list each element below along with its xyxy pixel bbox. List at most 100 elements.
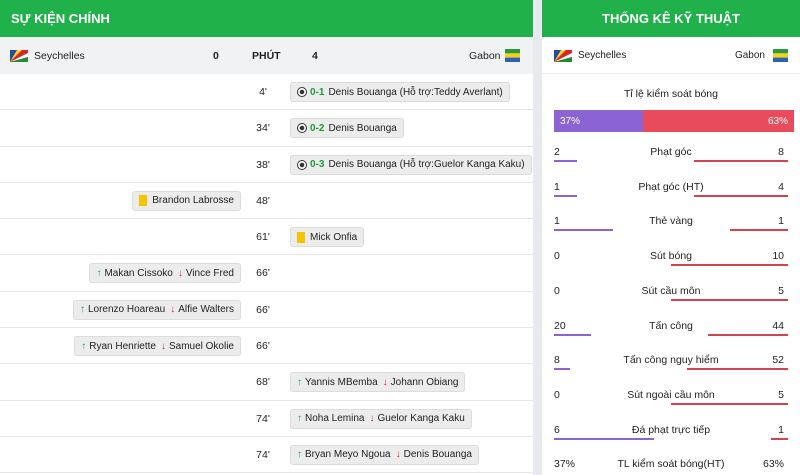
event-minute: 48' (256, 194, 270, 207)
event-chip: 0-3 Denis Bouanga (Hỗ trợ:Guelor Kanga Ka… (290, 154, 532, 175)
stat-row: 6 Đá phạt trực tiếp 1 (542, 424, 800, 458)
stat-home-bar (554, 194, 578, 197)
arrow-down-icon: ↓ (177, 267, 183, 279)
stat-label: Tấn công nguy hiểm (623, 354, 719, 367)
event-row: 66' ↑ Lorenzo Hoareau ↓ Alfie Walters (0, 292, 533, 329)
possession-away-segment: 63% (642, 110, 794, 132)
event-row: 68' ↑ Yannis MBemba ↓ Johann Obiang (0, 364, 533, 401)
soccer-ball-icon (297, 123, 307, 134)
arrow-up-icon: ↑ (297, 376, 302, 388)
event-row: 38' 0-3 Denis Bouanga (Hỗ trợ:Guelor Kanga… (0, 147, 533, 183)
stat-home-bar (554, 333, 591, 336)
possession-home-segment: 37% (554, 110, 643, 132)
yellow-card-icon (297, 231, 305, 243)
arrow-up-icon: ↑ (79, 304, 85, 316)
event-row: 74' ↑ Noha Lemina ↓ Guelor Kanga Kaku (0, 401, 533, 437)
stat-label: Tấn công (649, 319, 693, 332)
sub-in-player: Noha Lemina (305, 413, 365, 425)
stat-away-bar (694, 194, 788, 197)
card-player: Brandon Labrosse (152, 195, 234, 207)
stat-away-bar (671, 402, 788, 405)
event-minute: 66' (256, 267, 270, 280)
stat-label: Sút bóng (649, 250, 693, 263)
yellow-card-icon (139, 195, 148, 207)
event-minute: 61' (256, 231, 270, 244)
stat-away-bar (771, 437, 788, 440)
sub-out-player: Alfie Walters (178, 304, 234, 316)
stat-row: 1 Thẻ vàng 1 (542, 215, 800, 249)
stat-away-value: 1 (778, 215, 784, 228)
stat-away-bar (671, 264, 788, 267)
stat-row: 0 Sút ngoài cầu môn 5 (542, 389, 800, 423)
arrow-up-icon: ↑ (297, 449, 302, 461)
events-panel: Sự kiện chính Seychelles 0 PHÚT 4 Gabon (0, 0, 533, 475)
stats-panel: Thống kê kỹ thuật Seychelles Gabon Tỉ lệ… (542, 0, 800, 475)
stat-away-value: 5 (778, 284, 784, 297)
event-row: 74' ↑ Bryan Meyo Ngoua ↓ Denis Bouanga (0, 437, 533, 474)
seychelles-flag-icon (10, 50, 28, 62)
stat-row: 8 Tấn công nguy hiểm 52 (542, 354, 800, 388)
stat-home-bar (554, 437, 655, 440)
stat-away-value: 1 (778, 423, 784, 436)
stats-team-header: Seychelles Gabon (542, 37, 800, 74)
gabon-flag-icon (773, 49, 788, 62)
event-chip: ↑ Bryan Meyo Ngoua ↓ Denis Bouanga (290, 444, 479, 465)
goal-text: Denis Bouanga (Hỗ trợ:Teddy Averlant) (328, 86, 503, 98)
goal-score: 0-2 (310, 122, 325, 134)
events-list: 4' 0-1 Denis Bouanga (Hỗ trợ:Teddy Averlan… (0, 74, 533, 474)
events-panel-title: Sự kiện chính (0, 0, 533, 37)
away-score: 4 (312, 49, 318, 62)
stat-away-value: 5 (778, 388, 784, 401)
event-chip: ↑ Noha Lemina ↓ Guelor Kanga Kaku (290, 408, 472, 429)
arrow-down-icon: ↓ (170, 304, 176, 316)
arrow-down-icon: ↓ (160, 340, 166, 352)
away-team-name: Gabon (469, 49, 501, 62)
event-row: 61' Mick Onfia (0, 219, 533, 256)
event-chip: ↑ Lorenzo Hoareau ↓ Alfie Walters (72, 299, 241, 320)
stat-row: 2 Phạt góc 8 (542, 146, 800, 180)
stat-away-value: 52 (772, 354, 784, 367)
event-row: 66' ↑ Ryan Henriette ↓ Samuel Okolie (0, 328, 533, 365)
arrow-up-icon: ↑ (297, 413, 302, 425)
arrow-up-icon: ↑ (81, 340, 87, 352)
stat-away-bar (686, 368, 788, 371)
stat-home-bar (554, 229, 613, 232)
soccer-ball-icon (297, 159, 307, 170)
event-minute: 66' (256, 303, 270, 316)
sub-in-player: Bryan Meyo Ngoua (305, 449, 391, 461)
stat-row: 1 Phạt góc (HT) 4 (542, 181, 800, 215)
event-chip: Brandon Labrosse (132, 190, 241, 211)
events-team-header: Seychelles 0 PHÚT 4 Gabon (0, 37, 533, 74)
goal-text: Denis Bouanga (Hỗ trợ:Guelor Kanga Kaku) (328, 159, 525, 171)
event-minute: 66' (256, 340, 270, 353)
sub-in-player: Lorenzo Hoareau (87, 304, 166, 316)
sub-in-player: Makan Cissoko (104, 267, 173, 279)
event-chip: ↑ Yannis MBemba ↓ Johann Obiang (290, 372, 466, 393)
stat-row: 37% TL kiểm soát bóng(HT) 63% (542, 458, 800, 475)
event-row: 4' 0-1 Denis Bouanga (Hỗ trợ:Teddy Averlan… (0, 74, 533, 111)
stat-away-bar (707, 333, 788, 336)
stats-panel-title: Thống kê kỹ thuật (542, 0, 800, 37)
goal-text: Denis Bouanga (328, 122, 397, 134)
arrow-down-icon: ↓ (369, 413, 375, 425)
event-chip: 0-2 Denis Bouanga (290, 118, 404, 139)
stat-away-value: 4 (778, 180, 784, 193)
stats-home-team: Seychelles (578, 49, 627, 61)
home-team-name: Seychelles (34, 49, 85, 62)
stat-away-bar (671, 298, 788, 301)
event-chip: Mick Onfia (290, 227, 365, 248)
stat-label: Đá phạt trực tiếp (631, 423, 711, 436)
event-minute: 74' (256, 412, 270, 425)
possession-title: Tỉ lệ kiểm soát bóng (624, 88, 718, 100)
sub-out-player: Guelor Kanga Kaku (377, 413, 465, 425)
goal-score: 0-3 (310, 159, 325, 171)
sub-in-player: Ryan Henriette (89, 340, 156, 352)
event-minute: 74' (256, 448, 270, 461)
event-row: 66' ↑ Makan Cissoko ↓ Vince Fred (0, 255, 533, 292)
event-minute: 68' (256, 376, 270, 389)
stat-label: Sút ngoài cầu môn (627, 388, 715, 401)
goal-score: 0-1 (310, 86, 325, 98)
event-minute: 4' (259, 86, 267, 98)
arrow-down-icon: ↓ (382, 376, 388, 388)
sub-out-player: Johann Obiang (390, 376, 459, 388)
